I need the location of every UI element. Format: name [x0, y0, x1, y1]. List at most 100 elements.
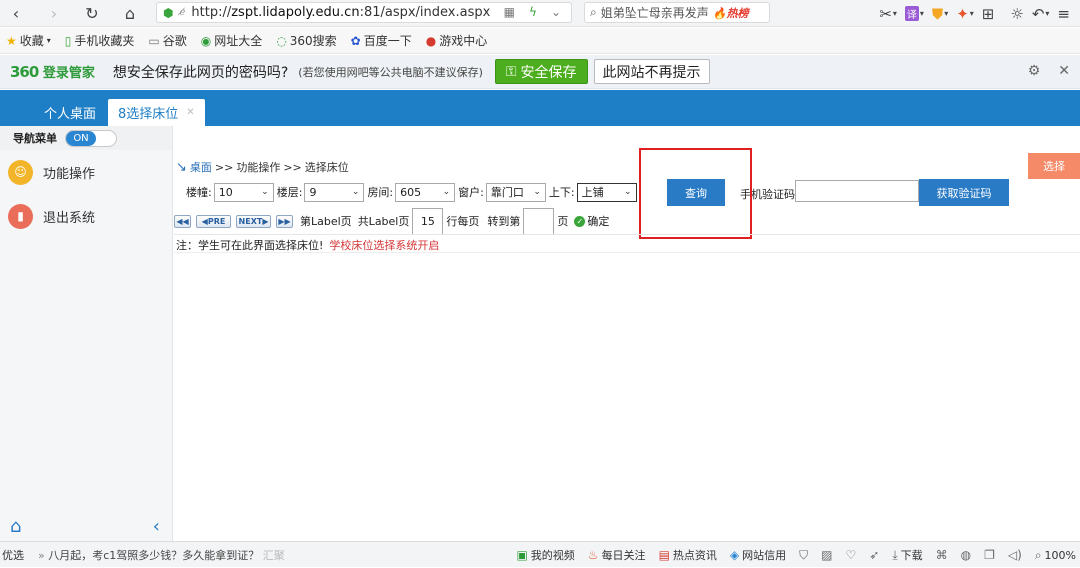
- news-ticker[interactable]: » 八月起，考c1驾照多少钱？多久能拿到证？ 汇聚: [38, 547, 285, 563]
- toolbar-right-icons: ✂ ▾ 译 ▾ ⛊ ▾ ✦ ▾ ⊞ ☼ ↶ ▾ ≡: [879, 0, 1080, 27]
- brightness-icon[interactable]: ☼: [1010, 5, 1023, 23]
- floor-label: 楼层:: [276, 186, 303, 199]
- select-button[interactable]: 选择: [1028, 153, 1080, 179]
- grid-icon[interactable]: ▦: [504, 5, 515, 19]
- pager: ◀◀ ◀PRE NEXT▶ ▶▶ 第Label页 共Label页 15 行每页 …: [174, 207, 609, 235]
- search-icon: ⌕: [590, 5, 597, 19]
- get-code-button[interactable]: 获取验证码: [919, 179, 1009, 206]
- check-icon: ✓: [574, 215, 586, 227]
- daily-focus-item[interactable]: ♨ 每日关注: [588, 547, 646, 563]
- bookmark-favorites[interactable]: ★ 收藏 ▾: [6, 32, 51, 49]
- tab-personal-desktop[interactable]: 个人桌面: [34, 99, 106, 126]
- my-video-item[interactable]: ▣ 我的视频: [516, 547, 574, 563]
- search-icon: ◌: [276, 33, 287, 48]
- undo-icon[interactable]: ↶ ▾: [1032, 5, 1050, 23]
- main-content: ↘ 桌面 >> 功能操作 >> 选择床位 选择 楼幢: 10 ⌄ 楼层: 9 ⌄ 房…: [174, 126, 1080, 541]
- lightning-icon[interactable]: ϟ: [529, 5, 537, 19]
- goto-page-input[interactable]: [523, 207, 555, 235]
- bookmark-baidu[interactable]: ✿ 百度一下: [351, 32, 412, 49]
- first-page-button[interactable]: ◀◀: [174, 214, 191, 228]
- chevron-down-icon: ⌄: [533, 187, 541, 197]
- address-bar[interactable]: ⬢ ℯ̸ http://zspt.lidapoly.edu.cn:81/aspx…: [156, 2, 572, 23]
- bookmark-mobile[interactable]: ▯ 手机收藏夹: [65, 32, 135, 49]
- window-icon[interactable]: ❐: [984, 548, 995, 562]
- forward-icon[interactable]: ›: [42, 2, 66, 24]
- guard-icon[interactable]: ⛊ ▾: [932, 5, 948, 23]
- menu-icon[interactable]: ≡: [1057, 5, 1070, 23]
- bookmark-games[interactable]: ● 游戏中心: [426, 32, 488, 49]
- window-select[interactable]: 靠门口 ⌄: [485, 182, 546, 202]
- room-select[interactable]: 605 ⌄: [395, 182, 456, 202]
- per-page-input[interactable]: 15: [412, 207, 444, 235]
- speed-icon[interactable]: ◍: [961, 548, 971, 562]
- zoom-item[interactable]: ⌕ 100%: [1035, 548, 1076, 563]
- highlight-box: [639, 148, 752, 239]
- floor-select[interactable]: 9 ⌄: [304, 182, 365, 202]
- berth-select[interactable]: 上铺 ⌄: [576, 182, 637, 202]
- tab-select-bed[interactable]: 8选择床位 ✕: [108, 99, 205, 126]
- close-icon[interactable]: ✕: [1058, 63, 1070, 79]
- drop-icon: ◈: [729, 548, 740, 562]
- browser-status-bar: 优选 » 八月起，考c1驾照多少钱？多久能拿到证？ 汇聚 ▣ 我的视频 ♨ 每日关注…: [0, 541, 1080, 567]
- prev-page-button[interactable]: ◀PRE: [196, 214, 231, 228]
- sidebar-item-functions[interactable]: ☺ 功能操作: [0, 150, 172, 194]
- password-manager-bar: 360 登录管家 想安全保存此网页的密码吗? (若您使用网吧等公共电脑不建议保存…: [0, 55, 1080, 89]
- translate-icon[interactable]: 译 ▾: [904, 6, 924, 21]
- home-icon[interactable]: ⌂: [118, 2, 142, 24]
- room-label: 房间:: [367, 186, 394, 199]
- mouse-icon[interactable]: ⌘: [936, 548, 948, 562]
- search-box[interactable]: ⌕ 姐弟坠亡母亲再发声 🔥热榜: [584, 2, 770, 23]
- shield-icon: ⬢: [163, 5, 174, 20]
- chevron-down-icon: ⌄: [261, 187, 269, 197]
- preferred-label[interactable]: 优选: [2, 547, 24, 563]
- star-icon: ★: [6, 33, 17, 48]
- per-page-text: 行每页: [446, 215, 480, 228]
- never-remind-button[interactable]: 此网站不再提示: [593, 59, 710, 84]
- nav-toggle[interactable]: ON: [65, 129, 117, 147]
- chevron-down-icon: ⌄: [624, 187, 632, 197]
- apps-grid-icon[interactable]: ⊞: [982, 5, 995, 23]
- shield-icon[interactable]: ⛉: [799, 548, 808, 563]
- bookmark-google[interactable]: ▭ 谷歌: [148, 32, 186, 49]
- image-icon[interactable]: ▨: [821, 548, 832, 562]
- nav-menu-header: 导航菜单 ON: [0, 126, 172, 150]
- tab-close-icon[interactable]: ✕: [186, 107, 194, 118]
- video-icon: ▣: [516, 548, 528, 562]
- rocket-icon[interactable]: ➶: [869, 548, 879, 562]
- chevron-down-icon[interactable]: ⌄: [551, 5, 561, 19]
- breadcrumb-level1: 功能操作: [236, 161, 281, 174]
- home-icon[interactable]: ⌂: [10, 516, 21, 537]
- game-pad-icon[interactable]: ✦ ▾: [956, 5, 974, 23]
- scissors-icon[interactable]: ✂ ▾: [879, 5, 897, 23]
- breadcrumb-home[interactable]: 桌面: [190, 159, 212, 175]
- settings-icon[interactable]: ⚙: [1028, 63, 1041, 79]
- double-chevron-icon: »: [38, 548, 45, 562]
- confirm-button[interactable]: ✓ 确定: [574, 213, 609, 229]
- safe-save-button[interactable]: ⚿ 安全保存: [494, 59, 588, 84]
- breadcrumb: ↘ 桌面 >> 功能操作 >> 选择床位: [176, 159, 349, 175]
- key-icon: ⚿: [505, 63, 517, 80]
- goto-text: 转到第: [487, 215, 521, 228]
- chevron-down-icon: ⌄: [442, 187, 451, 197]
- building-select[interactable]: 10 ⌄: [213, 182, 274, 202]
- page-icon: ▭: [148, 33, 160, 48]
- hot-news-item[interactable]: ▤ 热点资讯: [659, 547, 717, 563]
- volume-icon[interactable]: ◁): [1008, 548, 1022, 562]
- chart-icon: ▮: [8, 203, 33, 229]
- window-label: 窗户:: [458, 186, 484, 199]
- hot-badge: 🔥热榜: [712, 6, 749, 20]
- bookmark-360-search[interactable]: ◌ 360搜索: [276, 32, 336, 49]
- refresh-icon[interactable]: ↻: [80, 2, 104, 24]
- download-item[interactable]: ⤓ 下载: [892, 547, 922, 563]
- collapse-icon[interactable]: ‹: [153, 516, 160, 537]
- bookmark-sites[interactable]: ◉ 网址大全: [201, 32, 263, 49]
- password-question: 想安全保存此网页的密码吗?: [112, 64, 289, 81]
- sidebar-item-logout[interactable]: ▮ 退出系统: [0, 194, 172, 238]
- heart-icon[interactable]: ♡: [846, 548, 857, 562]
- back-icon[interactable]: ‹: [4, 2, 28, 24]
- url-text: http://zspt.lidapoly.edu.cn:81/aspx/inde…: [191, 5, 491, 20]
- site-credit-item[interactable]: ◈ 网站信用: [730, 547, 786, 563]
- next-page-button[interactable]: NEXT▶: [236, 214, 271, 228]
- last-page-button[interactable]: ▶▶: [276, 214, 293, 228]
- phone-code-input[interactable]: [795, 180, 919, 202]
